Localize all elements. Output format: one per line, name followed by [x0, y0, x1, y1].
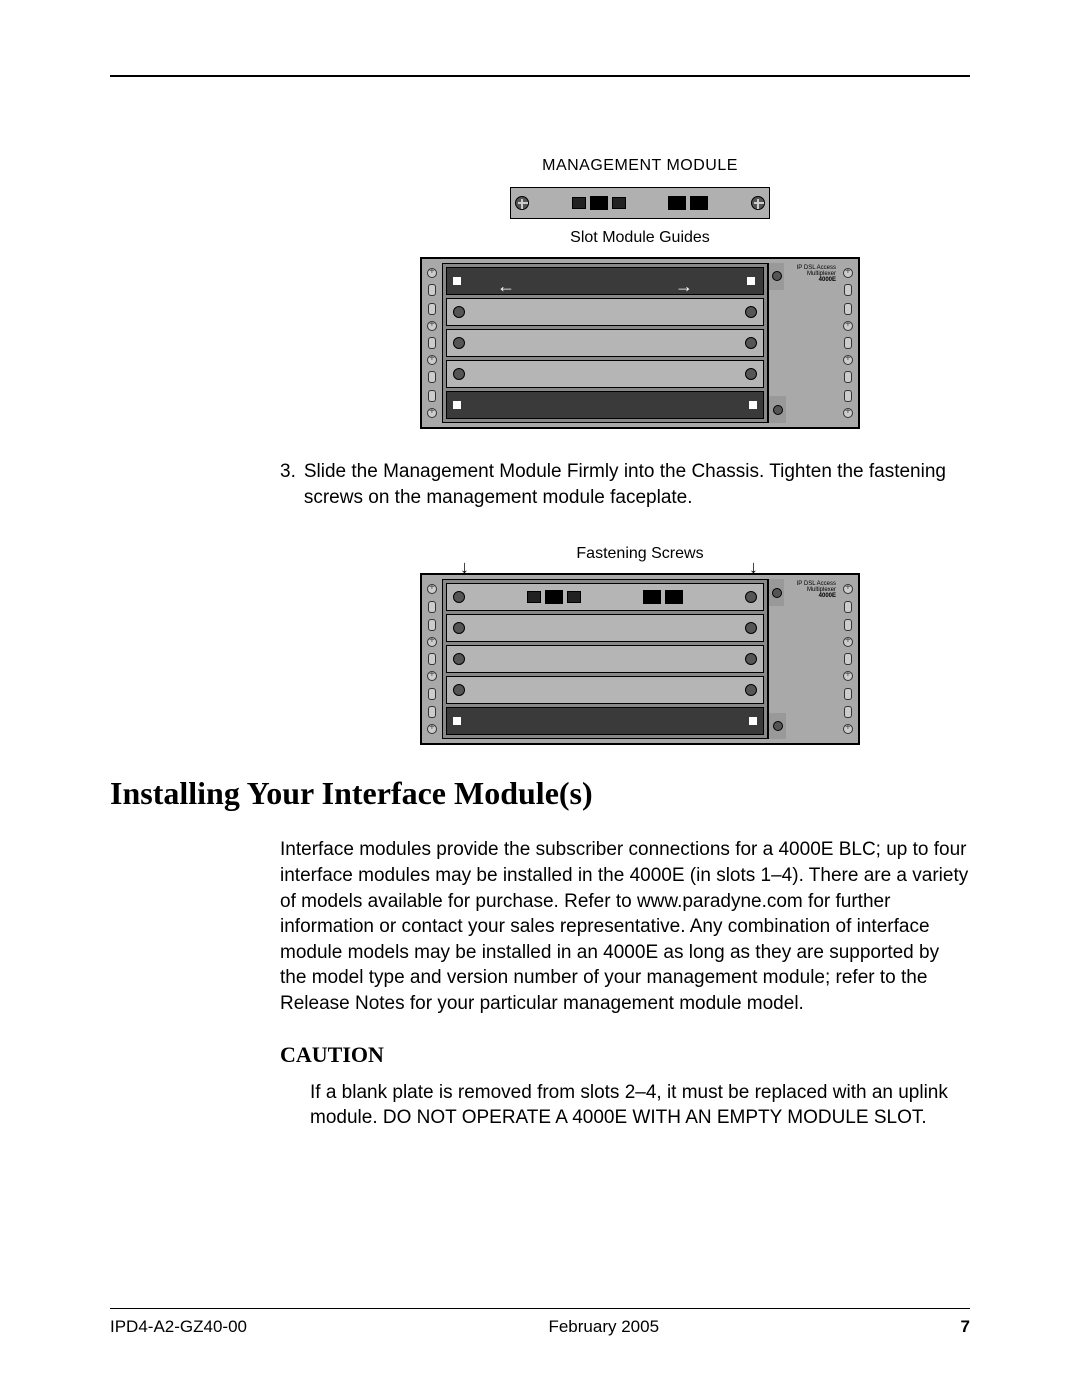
slot-mgmt-empty: ← →: [446, 267, 764, 295]
chassis-label: IP DSL Access Multiplexer 4000E: [784, 579, 838, 606]
section-paragraph: Interface modules provide the subscriber…: [280, 837, 970, 1016]
port-icon: [590, 196, 608, 210]
slot-blank: [446, 645, 764, 673]
step-3: 3. Slide the Management Module Firmly in…: [280, 459, 970, 510]
caution-text: If a blank plate is removed from slots 2…: [310, 1080, 970, 1131]
section-heading: Installing Your Interface Module(s): [110, 775, 970, 812]
slot-bottom: [446, 391, 764, 419]
arrow-left-icon: ←: [497, 276, 515, 297]
slot-blank: [446, 676, 764, 704]
chassis-diagram-1: ← →: [420, 257, 860, 429]
arrow-down-icon: ↓: [460, 557, 469, 578]
footer-doc-id: IPD4-A2-GZ40-00: [110, 1317, 247, 1337]
page-footer: IPD4-A2-GZ40-00 February 2005 7: [110, 1308, 970, 1337]
chassis-label: IP DSL Access Multiplexer 4000E: [784, 263, 838, 290]
footer-page-number: 7: [961, 1317, 970, 1337]
handle: [768, 263, 784, 290]
handle: [768, 713, 786, 740]
figure-fastening-screws: Fastening Screws ↓ ↓: [310, 545, 970, 745]
port-icon: [690, 196, 708, 210]
port-icon: [572, 197, 586, 209]
step-number: 3.: [280, 459, 296, 510]
rail-left: [422, 263, 442, 423]
slot-blank: [446, 360, 764, 388]
rail-left: [422, 579, 442, 739]
chassis-inner: ← →: [442, 263, 768, 423]
rail-right: [838, 579, 858, 739]
management-module-diagram: [510, 187, 770, 219]
caution-heading: CAUTION: [280, 1042, 970, 1068]
slot-blank: [446, 614, 764, 642]
top-rule: [110, 75, 970, 77]
chassis-label-line2: 4000E: [784, 593, 836, 599]
slot-blank: [446, 329, 764, 357]
slot-blank: [446, 298, 764, 326]
rail-right: [838, 263, 858, 423]
chassis-label-line1: IP DSL Access Multiplexer: [784, 581, 836, 593]
figure-management-module: MANAGEMENT MODULE Slot Module Guides: [310, 157, 970, 429]
port-icon: [668, 196, 686, 210]
step-body: Slide the Management Module Firmly into …: [304, 459, 970, 510]
figure1-subcaption: Slot Module Guides: [310, 229, 970, 247]
chassis-diagram-2: ↓ ↓: [420, 573, 860, 745]
arrow-down-icon: ↓: [749, 557, 758, 578]
slot-mgmt-installed: [446, 583, 764, 611]
figure2-title: Fastening Screws: [310, 545, 970, 563]
footer-date: February 2005: [548, 1317, 659, 1337]
arrow-right-icon: →: [675, 276, 693, 297]
slot-bottom: [446, 707, 764, 735]
handle: [768, 396, 786, 423]
figure1-title: MANAGEMENT MODULE: [310, 157, 970, 175]
handle: [768, 579, 784, 606]
screw-icon: [515, 196, 529, 210]
chassis-inner: [442, 579, 768, 739]
port-row: [668, 196, 708, 210]
screw-icon: [751, 196, 765, 210]
port-icon: [612, 197, 626, 209]
chassis-label-line2: 4000E: [784, 277, 836, 283]
port-row: [572, 196, 626, 210]
chassis-label-line1: IP DSL Access Multiplexer: [784, 265, 836, 277]
